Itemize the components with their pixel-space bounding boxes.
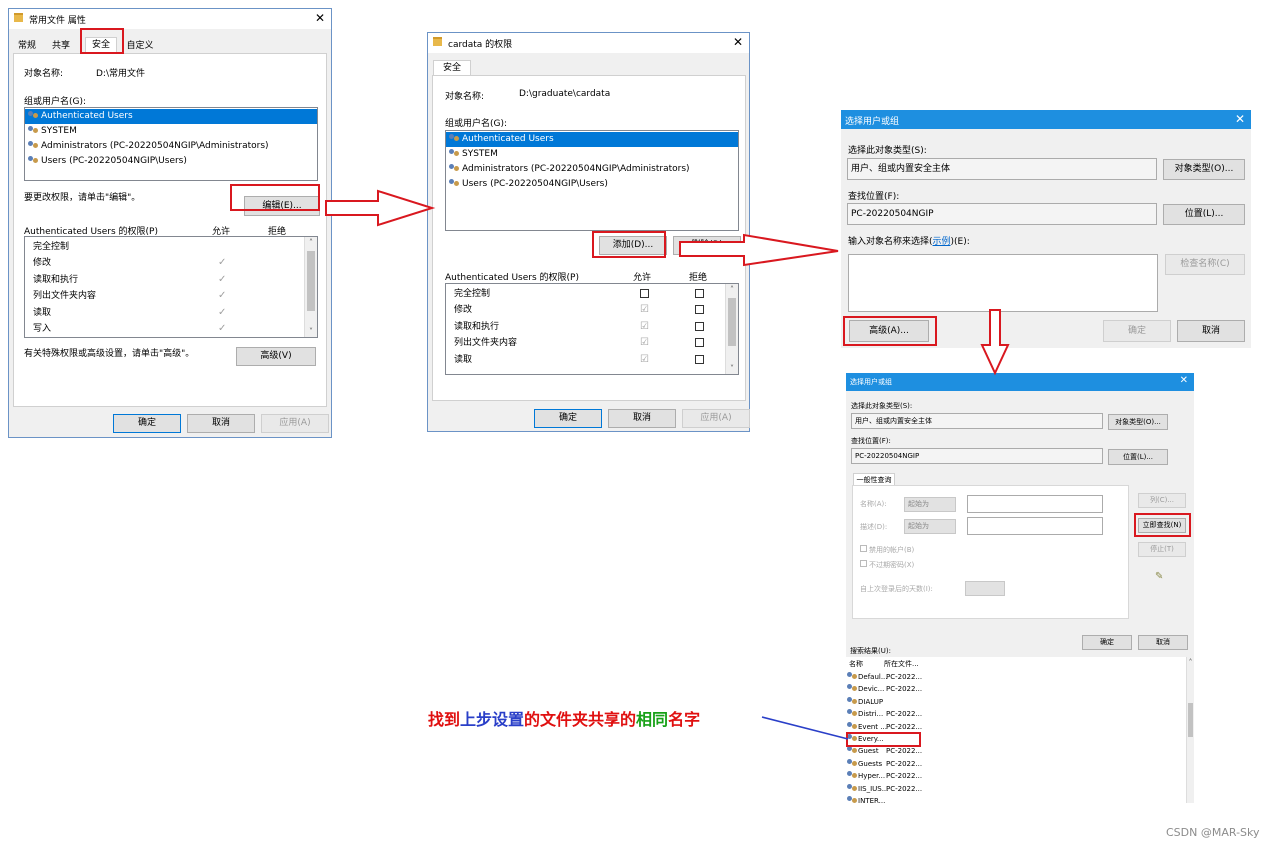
arrow-right-1-icon bbox=[325, 189, 436, 227]
annotation-part: 上步设置 bbox=[460, 710, 525, 729]
annotation-part: 找到 bbox=[428, 710, 461, 729]
watermark: CSDN @MAR-Sky bbox=[1166, 826, 1260, 839]
arrow-down-icon bbox=[980, 309, 1010, 376]
annotation-text: 找到上步设置的文件夹共享的相同名字 bbox=[428, 706, 700, 730]
annotation-part: 相同 bbox=[636, 710, 669, 729]
annotation-part: 的文件夹共享的 bbox=[524, 710, 637, 729]
annotation-connector bbox=[761, 716, 849, 740]
arrow-right-2-icon bbox=[679, 233, 839, 267]
annotation-part: 名字 bbox=[668, 710, 701, 729]
